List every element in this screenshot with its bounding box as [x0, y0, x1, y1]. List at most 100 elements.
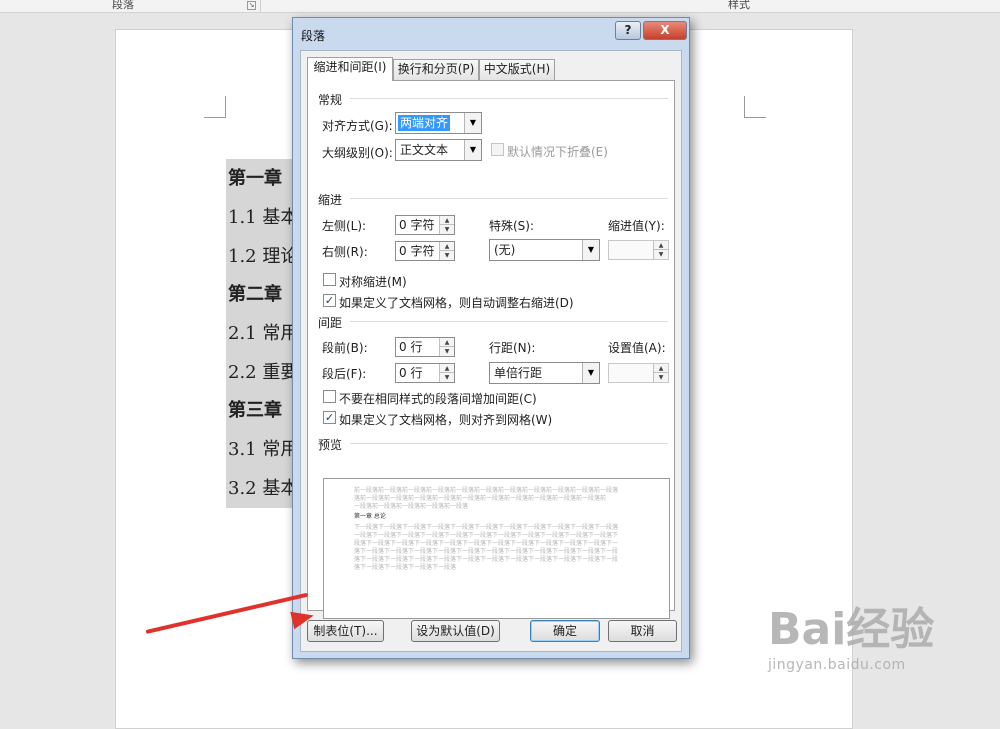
special-indent-value: (无) — [494, 243, 516, 257]
spacing-at-spinner[interactable]: ▲ ▼ — [608, 363, 669, 383]
help-button[interactable]: ? — [615, 21, 641, 40]
close-button[interactable]: X — [643, 21, 687, 40]
cancel-button[interactable]: 取消 — [608, 620, 677, 642]
preview-prev-line: 一段落前一段落前一段落前一段落前一段落 — [354, 503, 469, 510]
spin-up-icon[interactable]: ▲ — [439, 216, 454, 225]
ok-button[interactable]: 确定 — [530, 620, 600, 642]
outline-level-value: 正文文本 — [400, 143, 449, 157]
ribbon-group-paragraph-label: 段落 — [112, 0, 134, 11]
snap-to-grid-label: 如果定义了文档网格，则对齐到网格(W) — [339, 413, 553, 427]
chevron-down-icon[interactable]: ▼ — [464, 140, 481, 160]
space-before-spinner[interactable]: 0 行 ▲ ▼ — [395, 337, 455, 357]
special-indent-dropdown[interactable]: (无) ▼ — [489, 239, 600, 261]
document-line[interactable]: 2.2 重要 — [226, 353, 296, 392]
document-heading[interactable]: 第二章 — [226, 275, 296, 314]
preview-next-line: 落下一段落下一段落下一段落下一段落下一段落下一段落下一段落下一段落下一段落下一段… — [354, 556, 619, 563]
line-spacing-label: 行距(N): — [489, 341, 536, 355]
space-after-label: 段后(F): — [322, 367, 367, 381]
watermark-brand: Bai经验 — [768, 604, 935, 655]
document-heading[interactable]: 第一章 — [226, 159, 296, 198]
collapse-default-checkbox[interactable] — [491, 143, 504, 156]
preview-next-line: 段落下一段落下一段落下一段落下一段落下一段落下一段落下一段落下一段落下一段落下一… — [354, 540, 619, 547]
indent-right-spinner[interactable]: 0 字符 ▲ ▼ — [395, 241, 455, 261]
tab-indents-spacing[interactable]: 缩进和间距(I) — [307, 57, 393, 81]
indent-left-label: 左侧(L): — [322, 219, 367, 233]
line-spacing-dropdown[interactable]: 单倍行距 ▼ — [489, 362, 600, 384]
spin-down-icon[interactable]: ▼ — [439, 373, 454, 382]
indent-left-spinner[interactable]: 0 字符 ▲ ▼ — [395, 215, 455, 235]
set-default-button[interactable]: 设为默认值(D) — [411, 620, 500, 642]
document-heading[interactable]: 第三章 — [226, 391, 296, 430]
chevron-down-icon[interactable]: ▼ — [582, 240, 599, 260]
document-line[interactable]: 1.1 基本 — [226, 198, 296, 237]
dialog-title-bar[interactable]: 段落 ? X — [293, 18, 689, 50]
spin-down-icon[interactable]: ▼ — [653, 373, 668, 382]
space-after-value: 0 行 — [399, 366, 423, 380]
ribbon-strip: 段落 ↘ 样式 — [0, 0, 1000, 13]
special-indent-label: 特殊(S): — [489, 219, 535, 233]
spin-up-icon[interactable]: ▲ — [439, 338, 454, 347]
indent-left-value: 0 字符 — [399, 218, 435, 232]
chevron-down-icon[interactable]: ▼ — [582, 363, 599, 383]
document-line[interactable]: 3.1 常用 — [226, 430, 296, 469]
document-line[interactable]: 1.2 理论 — [226, 237, 296, 276]
space-before-label: 段前(B): — [322, 341, 368, 355]
indent-by-spinner[interactable]: ▲ ▼ — [608, 240, 669, 260]
line-spacing-value: 单倍行距 — [494, 366, 543, 380]
margin-corner-mark — [204, 96, 226, 118]
spin-down-icon[interactable]: ▼ — [439, 225, 454, 234]
alignment-value: 两端对齐 — [398, 115, 451, 131]
dialog-title: 段落 — [301, 29, 326, 43]
preview-next-line: 一段落下一段落下一段落下一段落下一段落下一段落下一段落下一段落下一段落下一段落下… — [354, 532, 619, 539]
preview-prev-line: 前一段落前一段落前一段落前一段落前一段落前一段落前一段落前一段落前一段落前一段落… — [354, 487, 619, 494]
dialog-client: 缩进和间距(I) 换行和分页(P) 中文版式(H) 常规 对齐方式(G): 两端… — [300, 50, 682, 652]
preview-next-line: 下一段落下一段落下一段落下一段落下一段落下一段落下一段落下一段落下一段落下一段落… — [354, 524, 619, 531]
spin-down-icon[interactable]: ▼ — [439, 347, 454, 356]
chevron-down-icon[interactable]: ▼ — [464, 113, 481, 133]
spin-up-icon[interactable]: ▲ — [439, 242, 454, 251]
spin-down-icon[interactable]: ▼ — [439, 251, 454, 260]
outline-level-dropdown[interactable]: 正文文本 ▼ — [395, 139, 482, 161]
indent-right-value: 0 字符 — [399, 244, 435, 258]
space-before-value: 0 行 — [399, 340, 423, 354]
space-after-spinner[interactable]: 0 行 ▲ ▼ — [395, 363, 455, 383]
document-line[interactable]: 3.2 基本 — [226, 469, 296, 508]
ribbon-divider — [260, 0, 261, 12]
mirror-indent-checkbox[interactable] — [323, 273, 336, 286]
section-indent-header: 缩进 — [318, 193, 343, 207]
spin-up-icon[interactable]: ▲ — [439, 364, 454, 373]
preview-next-line: 落下一段落下一段落下一段落下一段落 — [354, 564, 457, 571]
snap-to-grid-checkbox[interactable]: ✓ — [323, 411, 336, 424]
alignment-dropdown[interactable]: 两端对齐 ▼ — [395, 112, 482, 134]
spin-down-icon[interactable]: ▼ — [653, 250, 668, 259]
indent-right-label: 右侧(R): — [322, 245, 368, 259]
margin-corner-mark — [744, 96, 766, 118]
auto-adjust-indent-label: 如果定义了文档网格，则自动调整右缩进(D) — [339, 296, 574, 310]
tabs-button[interactable]: 制表位(T)... — [307, 620, 384, 642]
watermark-url: jingyan.baidu.com — [768, 657, 906, 673]
spacing-at-label: 设置值(A): — [608, 341, 666, 355]
section-preview-header: 预览 — [318, 438, 343, 452]
preview-prev-line: 落前一段落前一段落前一段落前一段落前一段落前一段落前一段落前一段落前一段落前一段… — [354, 495, 607, 502]
dialog-launcher-icon[interactable]: ↘ — [247, 1, 256, 10]
section-general-header: 常规 — [318, 93, 343, 107]
preview-current-line: 第一章 总论 — [354, 513, 386, 520]
paragraph-preview: 前一段落前一段落前一段落前一段落前一段落前一段落前一段落前一段落前一段落前一段落… — [323, 478, 670, 619]
spin-up-icon[interactable]: ▲ — [653, 241, 668, 250]
outline-level-label: 大纲级别(O): — [322, 146, 393, 160]
auto-adjust-indent-checkbox[interactable]: ✓ — [323, 294, 336, 307]
document-line[interactable]: 2.1 常用 — [226, 314, 296, 353]
tab-panel: 常规 对齐方式(G): 两端对齐 ▼ 大纲级别(O): 正文文本 ▼ 默认情况下… — [307, 80, 675, 619]
collapse-default-label: 默认情况下折叠(E) — [507, 145, 608, 159]
no-space-same-style-label: 不要在相同样式的段落间增加间距(C) — [339, 392, 537, 406]
section-divider — [350, 198, 668, 199]
tab-asian-typography[interactable]: 中文版式(H) — [479, 59, 555, 80]
paragraph-dialog: 段落 ? X 缩进和间距(I) 换行和分页(P) 中文版式(H) 常规 对齐方式… — [292, 17, 690, 659]
spin-up-icon[interactable]: ▲ — [653, 364, 668, 373]
mirror-indent-label: 对称缩进(M) — [339, 275, 407, 289]
indent-by-label: 缩进值(Y): — [608, 219, 665, 233]
no-space-same-style-checkbox[interactable] — [323, 390, 336, 403]
section-spacing-header: 间距 — [318, 316, 343, 330]
tab-line-page-breaks[interactable]: 换行和分页(P) — [393, 59, 479, 80]
ribbon-group-styles-label: 样式 — [728, 0, 750, 11]
